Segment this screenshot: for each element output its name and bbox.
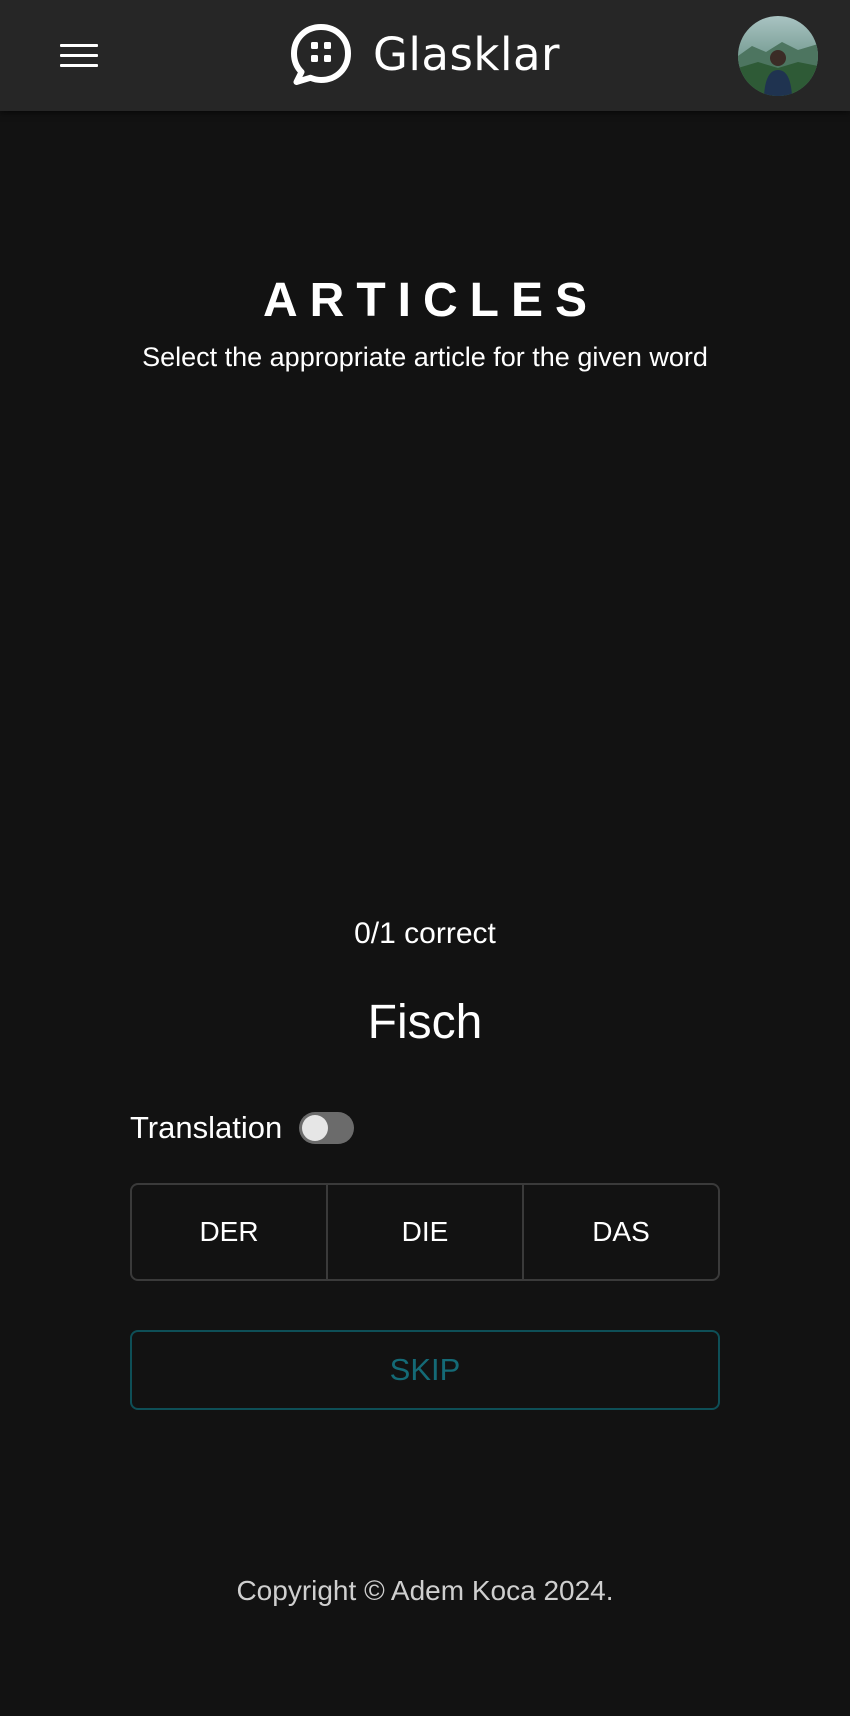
page-subtitle: Select the appropriate article for the g…	[142, 342, 708, 372]
current-word: Fisch	[367, 996, 483, 1049]
hamburger-menu-icon[interactable]	[60, 44, 98, 68]
brand[interactable]: Glasklar	[288, 22, 560, 88]
skip-button[interactable]: SKIP	[130, 1330, 720, 1410]
toggle-knob	[302, 1115, 329, 1141]
page-title: ARTICLES	[263, 274, 599, 328]
article-button-die[interactable]: DIE	[326, 1185, 522, 1279]
footer-copyright: Copyright © Adem Koca 2024.	[236, 1575, 614, 1606]
article-button-group: DER DIE DAS	[130, 1183, 720, 1281]
chat-bubble-grid-icon	[291, 24, 351, 85]
article-button-der[interactable]: DER	[132, 1185, 326, 1279]
translation-toggle[interactable]	[299, 1112, 355, 1144]
user-avatar[interactable]	[738, 16, 818, 96]
brand-name: Glasklar	[373, 28, 561, 81]
avatar-image	[738, 16, 818, 96]
translation-label: Translation	[130, 1110, 283, 1145]
app-header: Glasklar	[0, 0, 850, 111]
translation-row: Translation	[130, 1108, 355, 1148]
score-counter: 0/1 correct	[354, 917, 496, 950]
article-button-das[interactable]: DAS	[522, 1185, 718, 1279]
